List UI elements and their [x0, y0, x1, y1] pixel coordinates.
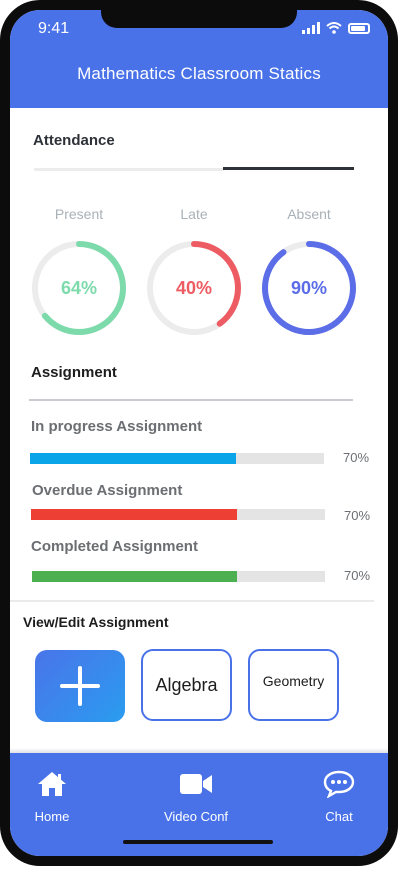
attendance-heading: Attendance	[33, 132, 115, 149]
overdue-label: Overdue Assignment	[32, 482, 183, 499]
completed-bar-fill	[32, 571, 238, 582]
algebra-button[interactable]: Algebra	[141, 649, 232, 721]
overdue-bar	[31, 509, 325, 520]
nav-chat[interactable]: Chat	[289, 769, 388, 824]
in-progress-label: In progress Assignment	[31, 418, 203, 435]
late-ring: 40%	[146, 240, 242, 336]
nav-home[interactable]: Home	[10, 769, 102, 824]
completed-percent: 70%	[344, 568, 371, 583]
nav-chat-label: Chat	[325, 809, 353, 824]
nav-home-label: Home	[34, 809, 70, 824]
geometry-button[interactable]: Geometry	[248, 649, 339, 721]
present-label: Present	[54, 206, 104, 222]
view-edit-heading: View/Edit Assignment	[23, 614, 169, 630]
app-screen: 9:41 Mathematics Classroom Statics Atten…	[10, 10, 388, 856]
signal-icon	[302, 22, 320, 34]
plus-icon	[60, 666, 100, 706]
add-assignment-button[interactable]	[35, 650, 125, 722]
nav-video-conf[interactable]: Video Conf	[146, 769, 246, 824]
attendance-tab-track	[34, 168, 224, 171]
nav-video-conf-label: Video Conf	[163, 809, 229, 824]
completed-label: Completed Assignment	[31, 538, 198, 555]
home-indicator	[123, 840, 273, 844]
present-ring: 64%	[31, 240, 127, 336]
phone-frame: 9:41 Mathematics Classroom Statics Atten…	[0, 0, 398, 866]
overdue-percent: 70%	[344, 508, 371, 523]
absent-value: 90%	[290, 278, 328, 298]
in-progress-bar	[30, 453, 324, 464]
algebra-button-label: Algebra	[155, 674, 218, 695]
section-divider	[10, 600, 374, 602]
page-title: Mathematics Classroom Statics	[77, 64, 321, 83]
completed-bar	[32, 571, 325, 582]
chat-icon	[323, 770, 355, 798]
absent-stat: Absent 90%	[259, 206, 359, 336]
present-stat: Present 64%	[29, 206, 129, 336]
late-value: 40%	[175, 278, 213, 298]
video-camera-icon	[180, 774, 212, 794]
absent-label: Absent	[287, 206, 331, 222]
absent-ring: 90%	[261, 240, 357, 336]
status-icons	[302, 22, 370, 34]
home-icon	[38, 772, 66, 796]
device-notch	[101, 10, 297, 28]
late-stat: Late 40%	[144, 206, 244, 336]
battery-icon	[348, 23, 370, 34]
overdue-bar-fill	[31, 509, 237, 520]
status-time: 9:41	[38, 20, 70, 37]
present-value: 64%	[60, 278, 98, 298]
late-label: Late	[180, 206, 208, 222]
bottom-nav: Home Video Conf Chat	[10, 753, 388, 856]
in-progress-percent: 70%	[343, 450, 370, 465]
assignment-divider	[29, 399, 353, 401]
assignment-heading: Assignment	[31, 364, 117, 381]
in-progress-bar-fill	[30, 453, 236, 464]
attendance-tab-indicator	[223, 167, 354, 170]
geometry-button-label: Geometry	[262, 673, 325, 689]
wifi-icon	[326, 22, 342, 34]
